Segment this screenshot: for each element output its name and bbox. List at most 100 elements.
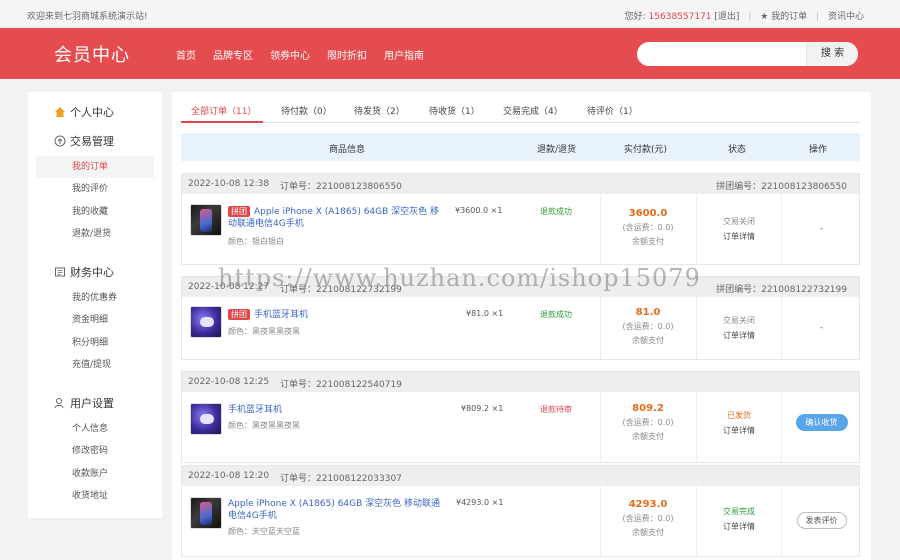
no-action: - (819, 323, 824, 333)
sidebar-item-coupons[interactable]: 我的优惠券 (36, 287, 154, 309)
action-cell: 发表评价 (782, 512, 861, 529)
shipping-fee: (含运费：0.0) (622, 514, 674, 523)
product-image[interactable] (190, 497, 222, 529)
home-icon (55, 107, 65, 117)
product-image[interactable] (190, 306, 222, 338)
order-tabs: 全部订单（11） 待付款（0） 待发货（2） 待收货（1） 交易完成（4） 待评… (181, 101, 860, 123)
greeting-text: 您好: (624, 12, 646, 22)
nav-home[interactable]: 首页 (176, 47, 196, 62)
product-image[interactable] (190, 204, 222, 236)
nav-brands[interactable]: 品牌专区 (213, 47, 253, 62)
sidebar: 个人中心 交易管理 我的订单 我的评价 我的收藏 退款/退货 财务中心 我的优惠… (28, 92, 162, 518)
table-header: 商品信息 退款/退货 实付款(元) 状态 操作 (181, 133, 860, 161)
product-color: 颜色：黑夜黑黑夜黑 (228, 421, 300, 430)
col-action: 操作 (809, 145, 828, 155)
col-refund: 退款/退货 (537, 145, 577, 155)
nav-flash-sale[interactable]: 限时折扣 (327, 47, 367, 62)
write-review-button[interactable]: 发表评价 (796, 512, 847, 529)
order-header: 2022-10-08 12:20 订单号：221008122033307 (182, 466, 859, 486)
paid-amount: 81.0 (635, 307, 661, 318)
order-body: Apple iPhone X (A1865) 64GB 深空灰色 移动联通电信4… (182, 486, 859, 556)
confirm-receipt-button[interactable]: 确认收货 (795, 414, 848, 431)
sidebar-item-payout-account[interactable]: 收款账户 (36, 463, 154, 485)
order-detail-link[interactable]: 订单详情 (697, 231, 781, 242)
order-card: 2022-10-08 12:20 订单号：221008122033307 App… (181, 465, 860, 557)
sidebar-section-finance: 财务中心 (54, 264, 114, 280)
user-icon (54, 398, 64, 409)
logout-link[interactable]: [退出] (714, 12, 739, 22)
sidebar-item-recharge[interactable]: 充值/提现 (36, 354, 154, 376)
action-cell: 确认收货 (782, 414, 861, 431)
tab-completed[interactable]: 交易完成（4） (503, 104, 563, 117)
tab-pending-payment[interactable]: 待付款（0） (281, 104, 332, 117)
product-image[interactable] (190, 403, 222, 435)
page-title: 会员中心 (54, 45, 130, 66)
product-color: 颜色：银白银白 (228, 237, 284, 246)
sidebar-section-personal[interactable]: 个人中心 (54, 104, 114, 120)
no-action: - (819, 224, 824, 234)
shipping-fee: (含运费：0.0) (622, 223, 674, 232)
sidebar-item-my-reviews[interactable]: 我的评价 (36, 178, 154, 200)
top-bar-right: 您好: 15638557171 [退出] | ★ 我的订单 | 资讯中心 (625, 9, 864, 22)
col-status: 状态 (728, 145, 747, 155)
search-button[interactable]: 搜 索 (806, 42, 858, 66)
product-name[interactable]: Apple iPhone X (A1865) 64GB 深空灰色 移动联通电信4… (228, 498, 440, 522)
order-number: 订单号：221008122732199 (280, 285, 402, 295)
status-text: 交易完成 (723, 507, 755, 516)
nav-coupons[interactable]: 领券中心 (270, 47, 310, 62)
product-title[interactable]: Apple iPhone X (A1865) 64GB 深空灰色 移动联通电信4… (228, 207, 439, 229)
my-orders-link[interactable]: ★ 我的订单 (760, 12, 807, 22)
product-name[interactable]: 拼团 Apple iPhone X (A1865) 64GB 深空灰色 移动联通电… (228, 206, 440, 230)
order-date: 2022-10-08 12:38 (188, 179, 270, 189)
tab-pending-review[interactable]: 待评价（1） (587, 104, 638, 117)
order-detail-link[interactable]: 订单详情 (697, 425, 781, 436)
tab-pending-receipt[interactable]: 待收货（1） (429, 104, 480, 117)
refund-status: 退款待审 (540, 405, 572, 414)
sidebar-item-profile[interactable]: 个人信息 (36, 418, 154, 440)
order-header: 2022-10-08 12:38 订单号：221008123806550 拼团编… (182, 174, 859, 194)
order-detail-link[interactable]: 订单详情 (697, 521, 781, 532)
order-header: 2022-10-08 12:27 订单号：221008122732199 拼团编… (182, 277, 859, 297)
shipping-fee: (含运费：0.0) (622, 418, 674, 427)
order-card: 2022-10-08 12:38 订单号：221008123806550 拼团编… (181, 173, 860, 265)
header: 会员中心 首页 品牌专区 领券中心 限时折扣 用户指南 搜 索 (0, 28, 900, 79)
sidebar-section-settings: 用户设置 (54, 395, 114, 411)
divider: | (816, 12, 820, 22)
group-number: 拼团编号：221008122732199 (716, 285, 847, 295)
order-status: 交易完成 订单详情 (697, 506, 781, 532)
nav-guide[interactable]: 用户指南 (384, 47, 424, 62)
order-header: 2022-10-08 12:25 订单号：221008122540719 (182, 372, 859, 392)
group-number: 拼团编号：221008123806550 (716, 182, 847, 192)
status-text: 交易关闭 (723, 316, 755, 325)
sidebar-item-points[interactable]: 积分明细 (36, 332, 154, 354)
main-nav: 首页 品牌专区 领券中心 限时折扣 用户指南 (176, 47, 424, 62)
wallet-icon (55, 267, 65, 277)
payment-info: 809.2 (含运费：0.0) 余额支付 (600, 403, 696, 442)
unit-price: ¥3600.0 ×1 (455, 206, 503, 215)
tab-all-orders[interactable]: 全部订单（11） (191, 104, 256, 117)
search-box[interactable]: 搜 索 (637, 42, 858, 66)
top-bar: 欢迎来到七羽商城系统演示站! 您好: 15638557171 [退出] | ★ … (0, 0, 900, 28)
group-badge: 拼团 (228, 309, 250, 320)
sidebar-item-address[interactable]: 收货地址 (36, 485, 154, 507)
news-link[interactable]: 资讯中心 (828, 12, 864, 22)
product-name[interactable]: 手机蓝牙耳机 (228, 404, 440, 416)
sidebar-item-password[interactable]: 修改密码 (36, 440, 154, 462)
order-body: 拼团 Apple iPhone X (A1865) 64GB 深空灰色 移动联通电… (182, 194, 859, 264)
payment-info: 81.0 (含运费：0.0) 余额支付 (600, 307, 696, 346)
product-name[interactable]: 拼团 手机蓝牙耳机 (228, 309, 440, 321)
sidebar-item-refunds[interactable]: 退款/退货 (36, 223, 154, 245)
col-product: 商品信息 (329, 145, 366, 155)
sidebar-section-label: 财务中心 (70, 266, 114, 279)
sidebar-item-my-orders[interactable]: 我的订单 (36, 156, 154, 178)
status-text: 已发货 (727, 411, 751, 420)
tab-pending-shipment[interactable]: 待发货（2） (354, 104, 405, 117)
payment-info: 3600.0 (含运费：0.0) 余额支付 (600, 208, 696, 247)
sidebar-item-fund-details[interactable]: 资金明细 (36, 309, 154, 331)
order-date: 2022-10-08 12:20 (188, 471, 270, 481)
user-phone-link[interactable]: 15638557171 (649, 12, 712, 22)
order-detail-link[interactable]: 订单详情 (697, 330, 781, 341)
product-title[interactable]: 手机蓝牙耳机 (254, 310, 308, 320)
sidebar-item-favorites[interactable]: 我的收藏 (36, 201, 154, 223)
sidebar-section-trade: 交易管理 (54, 133, 114, 149)
